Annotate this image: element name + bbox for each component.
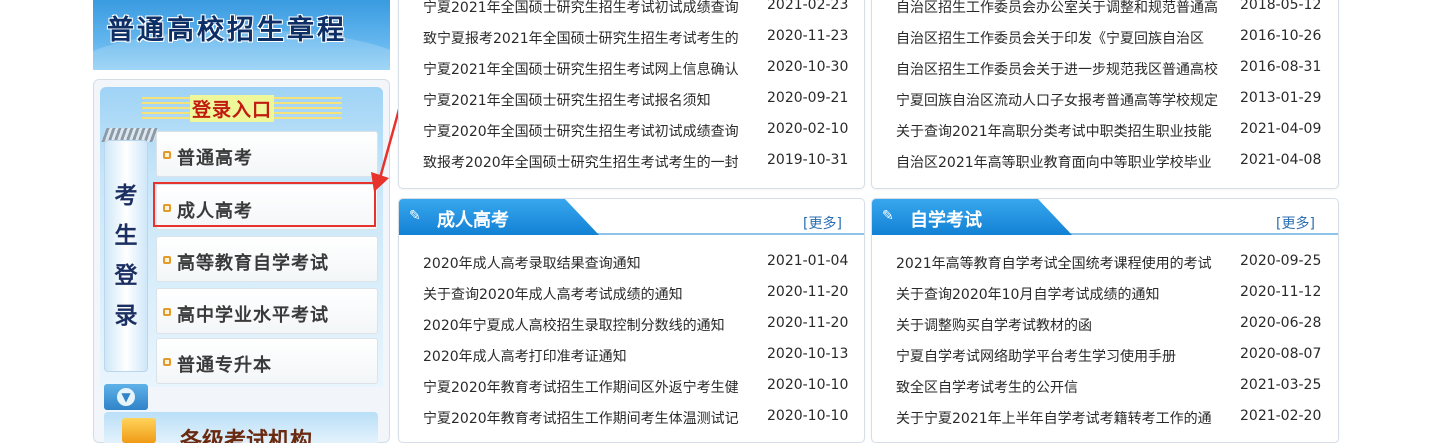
vertical-label-char: 登 [114,262,138,289]
news-item-date: 2020-11-12 [1240,284,1322,300]
login-item-upgrade-exam[interactable]: 普通专升本 [156,338,378,384]
news-item-date: 2020-08-07 [1240,346,1322,362]
login-item-label: 高中学业水平考试 [177,305,329,326]
panel-tab: ✎ 自学考试 [872,199,1072,235]
panel-tab: ✎ 成人高考 [399,199,599,235]
login-title: 登录入口 [190,95,275,122]
news-item-date: 2021-02-20 [1240,408,1322,424]
exam-agencies-label: 各级考试机构 [180,428,313,443]
news-item-title[interactable]: 致全区自学考试考生的公开信 [896,377,1229,397]
news-item-date: 2021-04-08 [1240,152,1322,168]
news-item-title[interactable]: 宁夏2021年全国硕士研究生招生考试初试成绩查询 [423,0,756,17]
login-item-general-exam[interactable]: 普通高考 [156,131,378,177]
news-item-date: 2018-05-12 [1240,0,1322,13]
news-item-date: 2013-01-29 [1240,90,1322,106]
news-item-date: 2019-10-31 [767,152,849,168]
square-bullet-icon [163,308,171,316]
candidate-login-label: 考生登录 [104,176,148,336]
login-item-label: 普通专升本 [177,355,272,376]
news-item-title[interactable]: 关于调整购买自学考试教材的函 [896,315,1229,335]
news-item-title[interactable]: 自治区2021年高等职业教育面向中等职业学校毕业 [896,152,1229,172]
square-bullet-icon [163,256,171,264]
news-item-title[interactable]: 关于查询2020年10月自学考试成绩的通知 [896,284,1229,304]
news-item-date: 2020-09-21 [767,90,849,106]
square-bullet-icon [163,358,171,366]
panel-tab-label: 自学考试 [910,210,982,231]
news-item-title[interactable]: 2020年成人高考打印准考证通知 [423,346,756,366]
news-item-title[interactable]: 宁夏2020年教育考试招生工作期间考生体温测试记 [423,408,756,428]
news-item-title[interactable]: 关于查询2020年成人高考考试成绩的通知 [423,284,756,304]
news-item-date: 2020-10-30 [767,59,849,75]
news-item-title[interactable]: 宁夏2021年全国硕士研究生招生考试网上信息确认 [423,59,756,79]
login-item-academic-level-exam[interactable]: 高中学业水平考试 [156,288,378,334]
news-item-date: 2020-06-28 [1240,315,1322,331]
login-item-self-study-exam[interactable]: 高等教育自学考试 [156,236,378,282]
news-item-date: 2020-09-25 [1240,253,1322,269]
news-item-title[interactable]: 自治区招生工作委员会关于印发《宁夏回族自治区 [896,28,1229,48]
news-item-title[interactable]: 2020年宁夏成人高校招生录取控制分数线的通知 [423,315,756,335]
news-item-title[interactable]: 关于宁夏2021年上半年自学考试考籍转考工作的通 [896,408,1229,428]
news-item-date: 2020-11-20 [767,315,849,331]
adult-more-link[interactable]: [更多] [803,213,842,233]
news-item-date: 2020-10-13 [767,346,849,362]
news-item-title[interactable]: 宁夏2021年全国硕士研究生招生考试报名须知 [423,90,756,110]
login-item-label: 成人高考 [177,201,253,222]
login-item-adult-exam[interactable]: 成人高考 [156,184,378,230]
vertical-label-char: 录 [114,302,138,329]
news-item-title[interactable]: 自治区招生工作委员会办公室关于调整和规范普通高 [896,0,1229,17]
scroll-down-button[interactable]: ▼ [104,384,148,410]
news-item-date: 2020-11-20 [767,284,849,300]
pencil-icon: ✎ [409,208,421,224]
news-item-title[interactable]: 自治区招生工作委员会关于进一步规范我区普通高校 [896,59,1229,79]
news-item-title[interactable]: 2021年高等教育自学考试全国统考课程使用的考试 [896,253,1229,273]
vertical-label-char: 考 [114,182,138,209]
news-item-date: 2020-02-10 [767,121,849,137]
news-item-title[interactable]: 宁夏2020年全国硕士研究生招生考试初试成绩查询 [423,121,756,141]
vertical-label-char: 生 [114,222,138,249]
news-item-date: 2021-03-25 [1240,377,1322,393]
news-item-date: 2020-10-10 [767,377,849,393]
news-item-title[interactable]: 2020年成人高考录取结果查询通知 [423,253,756,273]
news-item-date: 2016-10-26 [1240,28,1322,44]
banner-title: 普通高校招生章程 [107,15,347,46]
chevron-down-icon: ▼ [117,388,135,406]
self-study-more-link[interactable]: [更多] [1276,213,1315,233]
news-item-title[interactable]: 致宁夏报考2021年全国硕士研究生招生考试考生的 [423,28,756,48]
news-item-title[interactable]: 宁夏2020年教育考试招生工作期间区外返宁考生健 [423,377,756,397]
panel-header: ✎ 自学考试 [更多] [872,199,1338,235]
pencil-icon: ✎ [882,208,894,224]
news-item-title[interactable]: 关于查询2021年高职分类考试中职类招生职业技能 [896,121,1229,141]
panel-tab-label: 成人高考 [437,210,509,231]
news-item-date: 2021-01-04 [767,253,849,269]
news-item-title[interactable]: 宁夏自学考试网络助学平台考生学习使用手册 [896,346,1229,366]
square-bullet-icon [163,204,171,212]
admission-charter-banner[interactable]: 普通高校招生章程 [93,0,390,70]
login-item-label: 普通高考 [177,148,253,169]
news-item-date: 2020-11-23 [767,28,849,44]
news-item-date: 2021-02-23 [767,0,849,13]
news-item-date: 2021-04-09 [1240,121,1322,137]
news-item-title[interactable]: 宁夏回族自治区流动人口子女报考普通高等学校规定 [896,90,1229,110]
login-item-label: 高等教育自学考试 [177,253,329,274]
news-item-date: 2020-10-10 [767,408,849,424]
square-bullet-icon [163,151,171,159]
folder-icon [122,418,156,443]
news-item-title[interactable]: 致报考2020年全国硕士研究生招生考试考生的一封 [423,152,756,172]
panel-header: ✎ 成人高考 [更多] [399,199,864,235]
news-item-date: 2016-08-31 [1240,59,1322,75]
